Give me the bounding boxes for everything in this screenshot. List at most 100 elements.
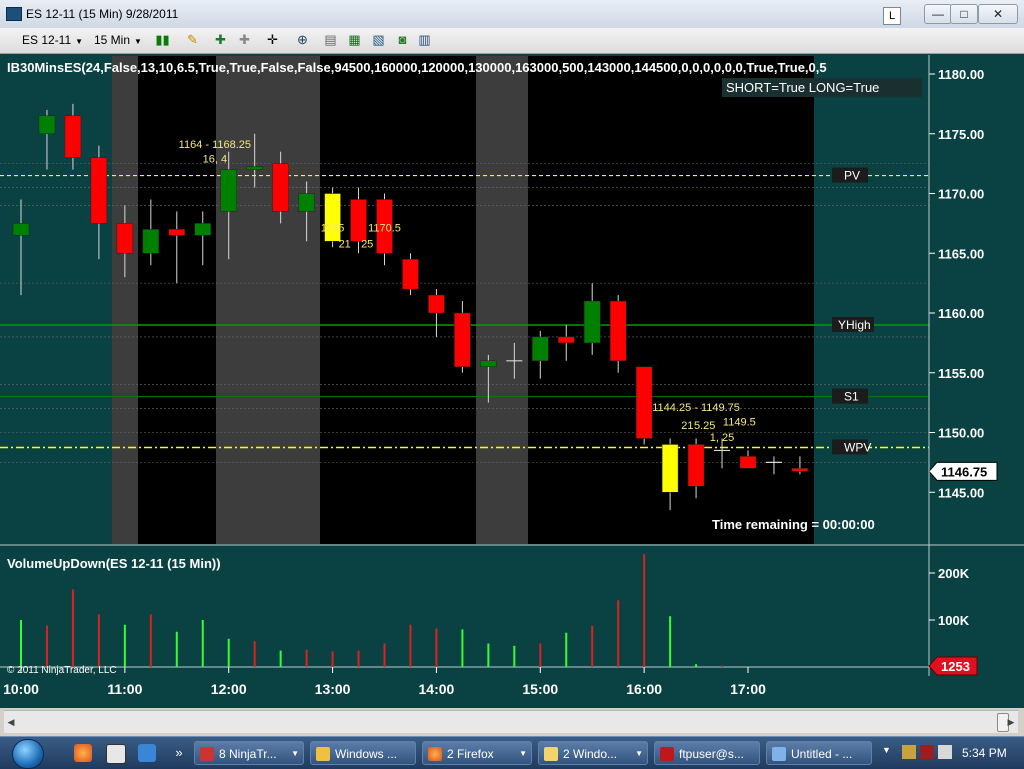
volume-axis[interactable]: 200K 100K 1253: [928, 566, 978, 676]
trade-annotation: 21: [339, 238, 351, 250]
tray-expand-icon[interactable]: ▼: [882, 745, 891, 755]
taskbar-item-label: ftpuser@s...: [679, 747, 744, 761]
tray-security-icon[interactable]: [920, 745, 934, 759]
taskbar-item-firefox[interactable]: 2 Firefox ▼: [422, 741, 532, 765]
chart-canvas[interactable]: PV YHigh S1 WPV 1164 - 1168.25 16, 4 1165 1170…: [0, 54, 1024, 708]
chart-trader-icon[interactable]: ▦: [346, 32, 363, 48]
ie-quicklaunch-icon[interactable]: [138, 744, 156, 762]
link-button[interactable]: L: [883, 7, 901, 25]
taskbar-item-explorer[interactable]: 2 Windo... ▼: [538, 741, 648, 765]
time-tick-label: 10:00: [3, 681, 39, 697]
candle-body: [428, 294, 445, 314]
candle-body: [480, 360, 497, 368]
chevron-down-icon: ▼: [75, 37, 84, 46]
candle-body: [402, 258, 419, 290]
price-tick-label: 1150.00: [938, 426, 984, 441]
taskbar: » 8 NinjaTr... ▼ Windows ... 2 Firefox ▼ 2…: [0, 736, 1024, 769]
strategy-icon[interactable]: ✚: [236, 32, 253, 48]
chevron-down-icon: ▼: [291, 749, 299, 758]
candle-body: [532, 336, 549, 362]
data-box-icon[interactable]: ▤: [322, 32, 339, 48]
quicklaunch-overflow-icon[interactable]: »: [170, 744, 188, 762]
crosshair-icon[interactable]: ✛: [264, 32, 281, 48]
taskbar-clock[interactable]: 5:34 PM: [962, 737, 1007, 769]
price-tick-label: 1145.00: [938, 485, 984, 500]
notepad-icon: [772, 747, 786, 761]
candle-body: [583, 300, 601, 344]
taskbar-item-notepad[interactable]: Untitled - ...: [766, 741, 872, 765]
price-tick-label: 1165.00: [938, 246, 984, 261]
scroll-right-icon[interactable]: ▶: [1004, 715, 1018, 729]
time-tick-label: 17:00: [730, 681, 766, 697]
time-tick-label: 12:00: [211, 681, 247, 697]
chart-area[interactable]: PV YHigh S1 WPV 1164 - 1168.25 16, 4 1165 1170…: [0, 54, 1024, 708]
trade-annotation: 5.25: [694, 420, 715, 432]
instrument-selector[interactable]: ES 12-11 ▼: [22, 31, 83, 49]
time-tick-label: 11:00: [107, 681, 142, 697]
level-label-wpv: WPV: [844, 440, 871, 454]
taskbar-item-label: 2 Windo...: [563, 747, 618, 761]
title-bar: ES 12-11 (15 Min) 9/28/2011 L — □ ✕: [0, 0, 1024, 29]
ninjatrader-icon: [200, 747, 214, 761]
chevron-down-icon: ▼: [134, 37, 142, 46]
taskbar-item-filezilla[interactable]: ftpuser@s...: [654, 741, 760, 765]
level-label-yhigh: YHigh: [838, 318, 871, 332]
window-title: ES 12-11 (15 Min) 9/28/2011: [26, 7, 179, 21]
candle-body: [791, 468, 809, 472]
taskbar-item-label: 8 NinjaTr...: [219, 747, 277, 761]
tray-app-icon[interactable]: [902, 745, 916, 759]
candle-body: [38, 115, 56, 134]
trade-annotation: 16, 4: [203, 153, 227, 165]
chart-window-icon: [6, 7, 22, 21]
candle-body: [168, 229, 186, 236]
volume-series: [20, 554, 724, 667]
time-tick-label: 15:00: [522, 681, 558, 697]
session-band: [476, 56, 528, 544]
price-tick-label: 1175.00: [938, 127, 984, 142]
tray-volume-icon[interactable]: [938, 745, 952, 759]
filezilla-icon: [660, 747, 674, 761]
taskbar-item-ninjatrader[interactable]: 8 NinjaTr... ▼: [194, 741, 304, 765]
candle-body: [64, 115, 82, 158]
trade-annotation: 21: [681, 420, 693, 432]
session-band: [112, 56, 138, 544]
pencil-icon[interactable]: ✎: [184, 32, 201, 48]
candle-body: [739, 456, 757, 469]
candle-body: [142, 229, 160, 254]
volume-tick-label: 200K: [938, 566, 970, 581]
copyright-text: © 2011 NinjaTrader, LLC: [7, 665, 117, 676]
taskbar-item-windows[interactable]: Windows ...: [310, 741, 416, 765]
candle-body: [246, 166, 263, 170]
session-band: [138, 56, 216, 544]
properties-icon[interactable]: ▧: [370, 32, 387, 48]
chevron-down-icon: ▼: [519, 749, 527, 758]
trade-annotation: 1149.5: [723, 416, 756, 428]
time-tick-label: 13:00: [315, 681, 351, 697]
maximize-button[interactable]: □: [950, 4, 978, 24]
candle-body: [350, 199, 367, 242]
start-button[interactable]: [12, 739, 44, 769]
candle-body: [220, 169, 237, 212]
candle-body: [558, 336, 575, 344]
scroll-left-icon[interactable]: ◀: [4, 715, 18, 729]
candle-body: [609, 300, 627, 362]
show-desktop-icon[interactable]: [106, 744, 126, 764]
candle-body: [272, 163, 289, 212]
indicator-icon[interactable]: ✚: [212, 32, 229, 48]
time-axis[interactable]: 10:00 11:00 12:00 13:00 14:00 15:00 16:00 17:00: [3, 667, 766, 697]
close-button[interactable]: ✕: [978, 4, 1018, 24]
minimize-button[interactable]: —: [924, 4, 952, 24]
zoom-icon[interactable]: ⊕: [294, 32, 311, 48]
level-label-s1: S1: [844, 390, 859, 404]
firefox-quicklaunch-icon[interactable]: [74, 744, 92, 762]
trade-annotation: 1, 25: [710, 432, 734, 444]
bar-type-icon[interactable]: ▮▮: [154, 32, 171, 48]
panel-icon[interactable]: ▥: [416, 32, 433, 48]
trade-annotation: 25: [361, 238, 373, 250]
horizontal-scrollbar[interactable]: ◀ ▶: [4, 710, 1018, 733]
candle-body: [454, 312, 471, 368]
candle-body: [661, 444, 679, 493]
snapshot-icon[interactable]: ◙: [394, 32, 411, 48]
interval-selector[interactable]: 15 Min ▼: [94, 31, 142, 49]
price-axis[interactable]: 1180.00 1175.00 1170.00 1165.00 1160.00 1155.…: [928, 56, 1024, 544]
